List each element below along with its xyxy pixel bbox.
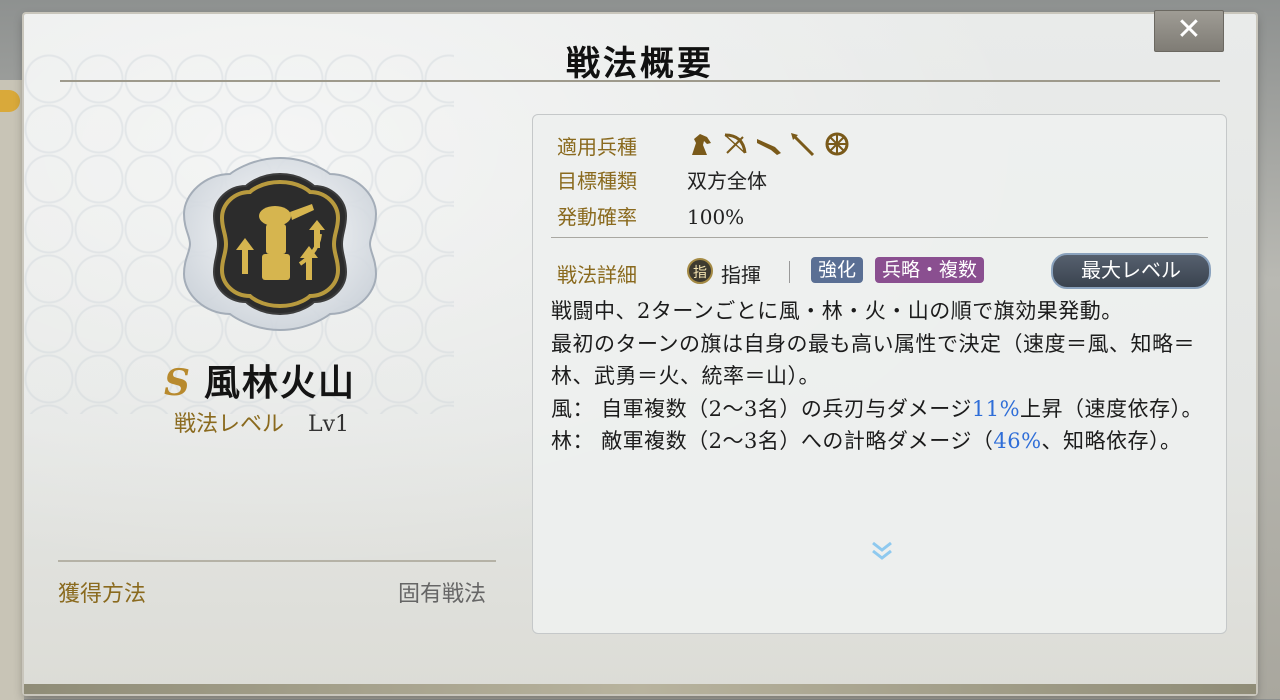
unit-type-icons	[687, 131, 851, 157]
spear-icon	[789, 131, 817, 157]
skill-level-value: Lv1	[308, 412, 350, 437]
acquisition-value: 固有戦法	[398, 582, 487, 607]
activation-rate-label: 発動確率	[557, 205, 637, 229]
gun-icon	[755, 131, 783, 157]
skill-level-row: 戦法レベル Lv1	[174, 406, 349, 438]
description-line: 最初のターンの旗は自身の最も高い属性で決定（速度＝風、知略＝林、武勇＝火、統率＝…	[551, 331, 1195, 389]
tag-buff: 強化	[811, 257, 864, 283]
skill-grade: S	[164, 362, 192, 404]
title-divider	[60, 80, 1220, 82]
cart-wheel-icon	[823, 131, 851, 157]
skill-title: S 風林火山	[164, 354, 464, 406]
wind-value: 11%	[971, 396, 1021, 421]
skill-level-label: 戦法レベル	[174, 412, 285, 437]
skill-detail-label: 戦法詳細	[557, 263, 637, 287]
background-side	[0, 80, 24, 700]
wind-text: 風： 自軍複数（2〜3名）の兵刃与ダメージ	[551, 396, 972, 421]
forest-text: 林： 敵軍複数（2〜3名）への計略ダメージ（	[551, 429, 994, 453]
wind-suffix: 上昇（速度依存）。	[1020, 396, 1204, 421]
bow-icon	[721, 131, 749, 157]
activation-rate-value: 100%	[687, 205, 745, 229]
skill-overview-dialog: 戦法概要 ✕ S 風林火山 戦法レベル Lv1 獲得方法 固有戦法 適用兵種 目…	[24, 10, 1256, 694]
bottom-band	[24, 684, 1256, 694]
dialog-title: 戦法概要	[566, 44, 714, 84]
acquisition-label: 獲得方法	[58, 582, 147, 607]
max-level-button[interactable]: 最大レベル	[1051, 253, 1211, 289]
forest-suffix: 、知略依存）。	[1041, 429, 1182, 453]
command-type-label: 指揮	[721, 263, 761, 287]
close-button[interactable]: ✕	[1154, 10, 1224, 52]
target-type-label: 目標種類	[557, 169, 637, 193]
description-forest: 林： 敵軍複数（2〜3名）への計略ダメージ（46%、知略依存）。	[551, 425, 1211, 458]
side-badge	[0, 90, 20, 112]
description-line: 戦闘中、2ターンごとに風・林・火・山の順で旗効果発動。	[551, 299, 1123, 323]
forest-value: 46%	[993, 429, 1042, 453]
skill-info-box: 適用兵種 目標種類 双方全体 発動確率 100% 戦法詳細 指 指揮 強化 兵略…	[532, 114, 1227, 634]
info-divider	[551, 237, 1208, 238]
skill-name: 風林火山	[204, 362, 357, 404]
skill-emblem-icon	[182, 156, 378, 332]
command-icon: 指	[687, 258, 713, 284]
scroll-down-chevron-icon[interactable]	[867, 539, 897, 563]
target-type-value: 双方全体	[687, 169, 767, 193]
unit-type-label: 適用兵種	[557, 135, 637, 159]
description-wind: 風： 自軍複数（2〜3名）の兵刃与ダメージ11%上昇（速度依存）。	[551, 393, 1211, 426]
skill-description[interactable]: 戦闘中、2ターンごとに風・林・火・山の順で旗効果発動。 最初のターンの旗は自身の…	[551, 295, 1211, 549]
activation-rate-row: 発動確率 100%	[557, 201, 744, 230]
skill-detail-row: 戦法詳細 指 指揮 強化 兵略・複数 最大レベル	[557, 253, 1217, 289]
detail-separator	[789, 261, 790, 283]
left-divider	[58, 560, 496, 562]
target-type-row: 目標種類 双方全体	[557, 165, 767, 194]
tag-strategy-multi: 兵略・複数	[875, 257, 985, 283]
unit-type-row: 適用兵種	[557, 131, 687, 160]
cavalry-icon	[687, 131, 715, 157]
